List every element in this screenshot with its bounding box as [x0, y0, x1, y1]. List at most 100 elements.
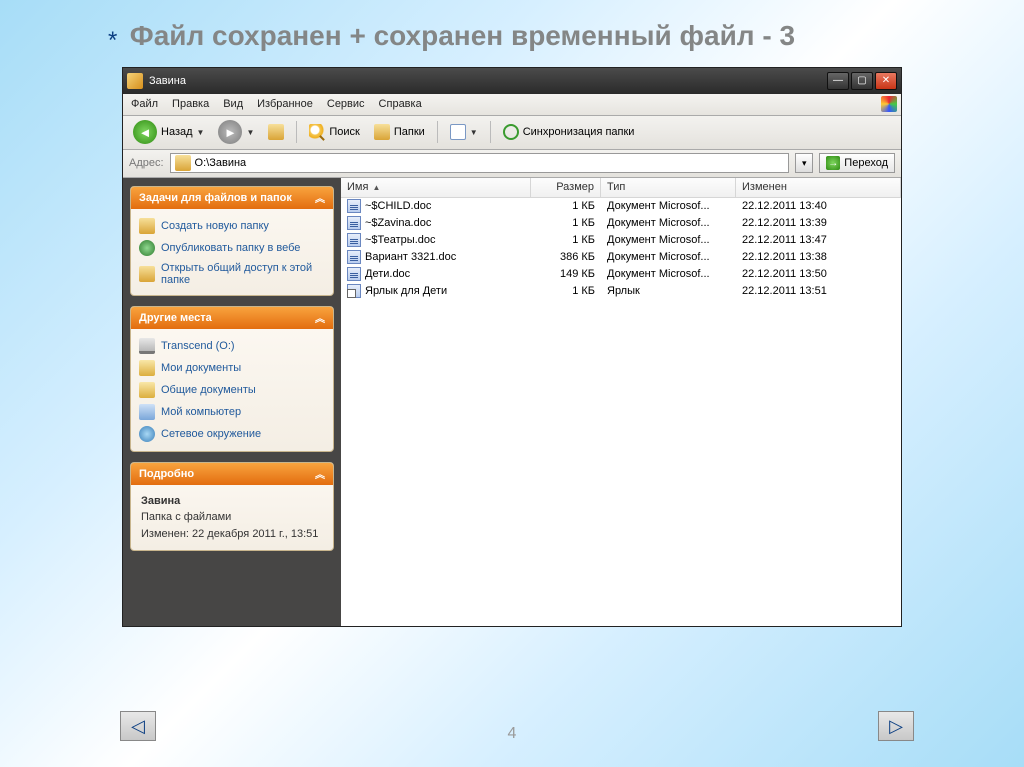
task-label: Открыть общий доступ к этой папке — [161, 262, 325, 286]
details-name: Завина — [141, 493, 323, 510]
search-label: Поиск — [329, 126, 359, 138]
file-type: Ярлык — [601, 285, 736, 297]
place-label: Мои документы — [161, 362, 241, 374]
file-type: Документ Microsof... — [601, 234, 736, 246]
address-field[interactable]: O:\Завина — [170, 153, 790, 173]
tasks-panel-header[interactable]: Задачи для файлов и папок ︽ — [131, 187, 333, 209]
file-size: 1 КБ — [531, 234, 601, 246]
folders-label: Папки — [394, 126, 425, 138]
tasks-title: Задачи для файлов и папок — [139, 192, 292, 204]
places-panel-header[interactable]: Другие места ︽ — [131, 307, 333, 329]
globe-icon — [139, 240, 155, 256]
details-panel-header[interactable]: Подробно ︽ — [131, 463, 333, 485]
folder-icon — [175, 155, 191, 171]
next-slide-button[interactable]: ▷ — [878, 711, 914, 741]
col-label: Размер — [556, 181, 594, 193]
place-network[interactable]: Сетевое окружение — [139, 423, 325, 445]
prev-slide-button[interactable]: ◁ — [120, 711, 156, 741]
col-label: Имя — [347, 181, 368, 193]
file-row[interactable]: ~$Zavina.doc1 КБДокумент Microsof...22.1… — [341, 215, 901, 232]
task-label: Создать новую папку — [161, 220, 269, 232]
file-name: ~$Театры.doc — [365, 234, 436, 246]
folder-icon — [127, 73, 143, 89]
file-icon — [347, 250, 361, 264]
file-row[interactable]: Дети.doc149 КБДокумент Microsof...22.12.… — [341, 266, 901, 283]
close-button[interactable]: ✕ — [875, 72, 897, 90]
place-label: Общие документы — [161, 384, 256, 396]
file-row[interactable]: ~$CHILD.doc1 КБДокумент Microsof...22.12… — [341, 198, 901, 215]
menu-file[interactable]: Файл — [131, 98, 158, 110]
new-folder-icon — [139, 218, 155, 234]
file-modified: 22.12.2011 13:51 — [736, 285, 901, 297]
place-my-documents[interactable]: Мои документы — [139, 357, 325, 379]
column-type[interactable]: Тип — [601, 178, 736, 197]
file-modified: 22.12.2011 13:47 — [736, 234, 901, 246]
task-publish-web[interactable]: Опубликовать папку в вебе — [139, 237, 325, 259]
place-label: Transcend (O:) — [161, 340, 235, 352]
column-size[interactable]: Размер — [531, 178, 601, 197]
file-name: ~$Zavina.doc — [365, 217, 431, 229]
task-share-folder[interactable]: Открыть общий доступ к этой папке — [139, 259, 325, 289]
menu-view[interactable]: Вид — [223, 98, 243, 110]
file-row[interactable]: ~$Театры.doc 1 КБДокумент Microsof...22.1… — [341, 232, 901, 249]
file-icon — [347, 267, 361, 281]
menu-tools[interactable]: Сервис — [327, 98, 365, 110]
folders-icon — [374, 124, 390, 140]
file-icon — [347, 216, 361, 230]
file-type: Документ Microsof... — [601, 200, 736, 212]
place-drive[interactable]: Transcend (O:) — [139, 335, 325, 357]
file-type: Документ Microsof... — [601, 217, 736, 229]
sync-icon — [503, 124, 519, 140]
chevron-up-icon: ︽ — [315, 190, 325, 205]
file-row[interactable]: Вариант 3321.doc386 КБДокумент Microsof.… — [341, 249, 901, 266]
toolbar: ◄ Назад ▼ ► ▼ Поиск Папки ▼ Синхронизаци… — [123, 116, 901, 150]
chevron-down-icon: ▼ — [470, 128, 478, 137]
place-label: Мой компьютер — [161, 406, 241, 418]
file-name: Вариант 3321.doc — [365, 251, 456, 263]
views-button[interactable]: ▼ — [446, 122, 482, 142]
file-rows: ~$CHILD.doc1 КБДокумент Microsof...22.12… — [341, 198, 901, 300]
separator — [296, 121, 297, 143]
slide-title: * Файл сохранен + сохранен временный фай… — [108, 20, 994, 55]
folders-button[interactable]: Папки — [370, 122, 429, 142]
up-button[interactable] — [264, 122, 288, 142]
go-label: Переход — [844, 157, 888, 169]
back-button[interactable]: ◄ Назад ▼ — [129, 118, 208, 146]
asterisk-icon: * — [108, 27, 117, 54]
tasks-panel: Задачи для файлов и папок ︽ Создать нову… — [130, 186, 334, 296]
maximize-button[interactable]: ▢ — [851, 72, 873, 90]
place-shared-documents[interactable]: Общие документы — [139, 379, 325, 401]
file-name: Дети.doc — [365, 268, 410, 280]
chevron-up-icon: ︽ — [315, 310, 325, 325]
file-modified: 22.12.2011 13:40 — [736, 200, 901, 212]
file-name: ~$CHILD.doc — [365, 200, 431, 212]
forward-button[interactable]: ► ▼ — [214, 118, 258, 146]
col-label: Тип — [607, 181, 625, 193]
file-icon — [347, 284, 361, 298]
go-button[interactable]: → Переход — [819, 153, 895, 173]
file-icon — [347, 233, 361, 247]
titlebar[interactable]: Завина — ▢ ✕ — [123, 68, 901, 94]
column-name[interactable]: Имя ▲ — [341, 178, 531, 197]
address-dropdown[interactable]: ▾ — [795, 153, 813, 173]
minimize-button[interactable]: — — [827, 72, 849, 90]
details-modified: Изменен: 22 декабря 2011 г., 13:51 — [141, 528, 318, 540]
menu-help[interactable]: Справка — [379, 98, 422, 110]
file-row[interactable]: Ярлык для Дети1 КБЯрлык22.12.2011 13:51 — [341, 283, 901, 300]
col-label: Изменен — [742, 181, 787, 193]
back-label: Назад — [161, 126, 193, 138]
forward-icon: ► — [218, 120, 242, 144]
column-modified[interactable]: Изменен — [736, 178, 901, 197]
slide-number: 4 — [508, 725, 517, 743]
address-value: O:\Завина — [195, 157, 247, 169]
place-my-computer[interactable]: Мой компьютер — [139, 401, 325, 423]
sync-button[interactable]: Синхронизация папки — [499, 122, 639, 142]
sidebar: Задачи для файлов и папок ︽ Создать нову… — [123, 178, 341, 626]
chevron-down-icon: ▼ — [197, 128, 205, 137]
task-new-folder[interactable]: Создать новую папку — [139, 215, 325, 237]
menu-favorites[interactable]: Избранное — [257, 98, 313, 110]
file-name: Ярлык для Дети — [365, 285, 447, 297]
search-button[interactable]: Поиск — [305, 122, 363, 142]
menu-edit[interactable]: Правка — [172, 98, 209, 110]
file-list-area: Имя ▲ Размер Тип Изменен ~$CHILD.doc1 КБ… — [341, 178, 901, 626]
